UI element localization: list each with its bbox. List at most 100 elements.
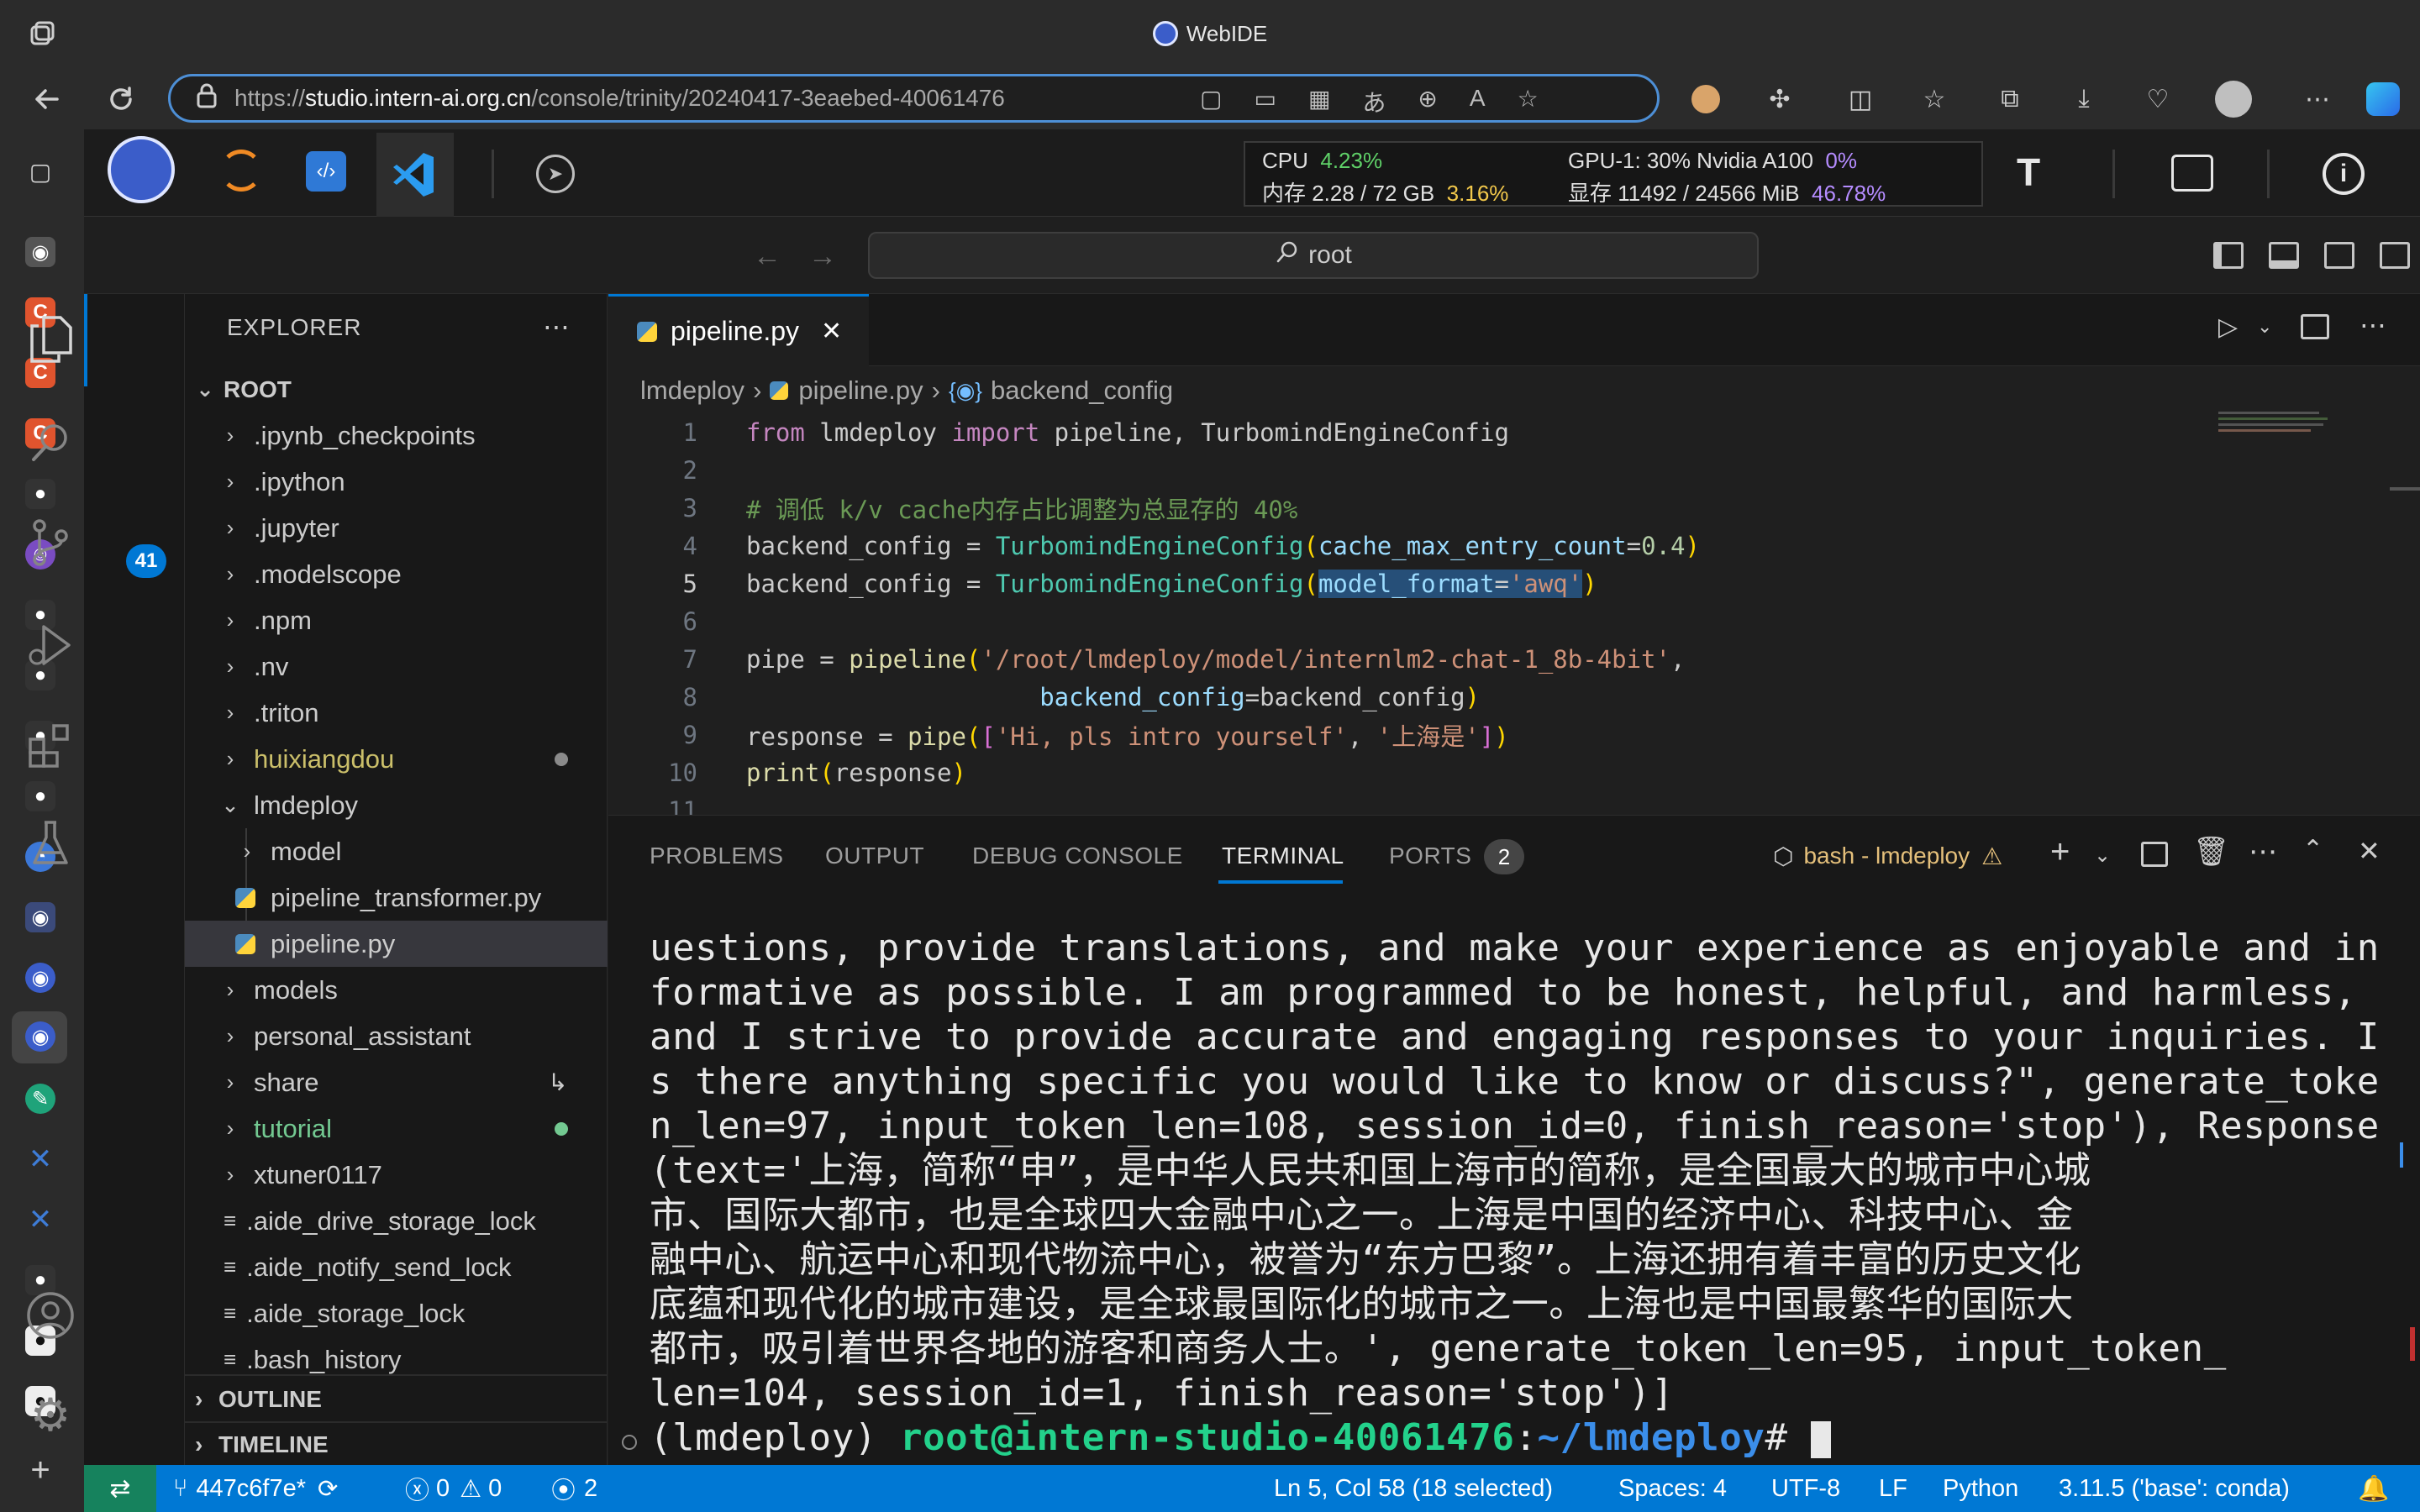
editor-tab-pipeline[interactable]: pipeline.py ✕ [608,294,869,366]
cursor-position[interactable]: Ln 5, Col 58 (18 selected) [1274,1465,1553,1512]
testing-flask-icon[interactable] [18,811,82,875]
tab-feather-icon[interactable]: ✎ [25,1084,55,1114]
command-center-search[interactable]: root [868,232,1759,279]
breadcrumb-file[interactable]: pipeline.py [798,375,923,406]
close-tab-icon[interactable]: ✕ [821,317,842,346]
close-panel-icon[interactable]: ✕ [2358,835,2381,867]
maximize-panel-chevron-up-icon[interactable]: ⌃ [2302,835,2323,864]
toggle-panel-icon[interactable] [2269,242,2299,269]
clipboard-icon[interactable]: ▢ [1200,85,1222,118]
tree-python-file[interactable]: pipeline_transformer.py [185,874,608,921]
terminal-instance[interactable]: ⬡ bash - lmdeploy ⚠ [1773,838,2002,874]
tree-folder[interactable]: › models [185,967,608,1013]
remote-indicator-icon[interactable]: ⇄ [84,1465,156,1512]
panel-tab-debug-console[interactable]: DEBUG CONSOLE [972,835,1183,877]
nav-forward-icon[interactable]: → [808,240,837,273]
tree-folder[interactable]: › .triton [185,690,608,736]
tree-root[interactable]: ⌄ ROOT [185,366,608,412]
tree-folder[interactable]: › .modelscope [185,551,608,597]
tree-folder[interactable]: › xtuner0117 [185,1152,608,1198]
tree-file[interactable]: ≡ .aide_notify_send_lock [185,1244,608,1290]
tree-file[interactable]: ≡ .bash_history [185,1336,608,1376]
tab-github-icon[interactable]: ● [25,479,55,509]
code-editor-icon[interactable]: ‹/› [306,151,346,192]
downloads-icon[interactable]: ⤓ [2065,81,2102,118]
settings-gear-icon[interactable]: ⚙ [18,1383,82,1446]
compass-icon[interactable]: ➤ [536,155,575,193]
problems-indicator[interactable]: ⓧ 0 ⚠ 0 [405,1465,502,1512]
timeline-section[interactable]: › TIMELINE [195,1425,329,1465]
tree-file[interactable]: ≡ .aide_storage_lock [185,1290,608,1336]
favorite-star-icon[interactable]: ☆ [1518,85,1539,118]
accounts-icon[interactable] [18,1284,82,1347]
tab-intern-icon[interactable]: ◉ [25,963,55,993]
address-bar[interactable]: https://studio.intern-ai.org.cn/console/… [168,74,1660,123]
reload-icon[interactable] [103,81,139,118]
vscode-icon[interactable] [390,150,437,197]
terminal-dropdown-icon[interactable]: ⌄ [2094,843,2111,868]
tab-actions-icon[interactable] [25,17,59,50]
tab-webide-icon[interactable]: ◉ [25,1021,55,1052]
split-editor-icon[interactable] [2301,314,2329,339]
tree-subfolder[interactable]: › model [185,828,608,874]
new-tab-plus-icon[interactable]: + [25,1452,55,1488]
nav-back-icon[interactable]: ← [753,240,781,273]
tab-panel-toggle-icon[interactable]: ▢ [25,156,55,186]
jupyter-icon[interactable] [220,150,262,192]
back-arrow-icon[interactable] [29,81,66,118]
end-of-line[interactable]: LF [1879,1465,1907,1512]
tab-x-icon[interactable]: ✕ [25,1143,55,1175]
profile-avatar-icon[interactable] [2215,81,2252,118]
kill-terminal-trash-icon[interactable]: 🗑 [2193,835,2229,869]
source-control-icon[interactable] [18,511,82,575]
more-options-icon[interactable]: ⋯ [2299,81,2336,118]
tensorflow-icon[interactable]: T [2017,150,2060,197]
toggle-primary-sidebar-icon[interactable] [2213,242,2244,269]
language-mode[interactable]: Python [1943,1465,2018,1512]
favorites-icon[interactable]: ☆ [1916,81,1953,118]
ports-indicator[interactable]: ⦿ 2 [551,1465,597,1512]
panel-more-icon[interactable]: ⋯ [2249,835,2277,869]
outline-section[interactable]: › OUTLINE [195,1379,322,1420]
encoding[interactable]: UTF-8 [1771,1465,1840,1512]
read-aloud-icon[interactable]: A [1470,85,1486,118]
git-branch[interactable]: ⑂ 447c6f7e* ⟳ [173,1465,338,1512]
tree-folder[interactable]: › .jupyter [185,505,608,551]
tree-folder-modified[interactable]: › huixiangdou [185,736,608,782]
tree-python-file-selected[interactable]: pipeline.py [185,921,608,967]
tree-folder-untracked[interactable]: › tutorial [185,1105,608,1152]
split-terminal-icon[interactable] [2141,842,2168,867]
devices-icon[interactable]: ▭ [1254,85,1276,118]
run-dropdown-icon[interactable]: ⌄ [2257,316,2272,338]
breadcrumb-folder[interactable]: lmdeploy [640,375,744,406]
lock-icon[interactable] [196,83,218,114]
python-interpreter[interactable]: 3.11.5 ('base': conda) [2059,1465,2290,1512]
translate-icon[interactable]: あ [1362,85,1386,118]
new-terminal-plus-icon[interactable]: + [2050,833,2070,871]
explorer-icon[interactable] [18,307,82,371]
copilot-icon[interactable] [2365,81,2402,118]
run-file-icon[interactable]: ▷ [2218,312,2238,342]
tree-file[interactable]: ≡ .aide_drive_storage_lock [185,1198,608,1244]
tab-x-icon[interactable]: ✕ [25,1204,55,1236]
search-icon[interactable] [18,410,82,474]
tab-intern-icon[interactable]: ◉ [25,902,55,932]
toggle-secondary-sidebar-icon[interactable] [2324,242,2354,269]
zoom-icon[interactable]: ⊕ [1418,85,1437,118]
minimap[interactable] [2218,408,2336,442]
customize-layout-icon[interactable] [2380,242,2410,269]
browser-essentials-icon[interactable]: ♡ [2139,81,2176,118]
info-icon[interactable]: i [2323,153,2365,195]
tab-github-icon[interactable]: ● [25,781,55,811]
tree-folder[interactable]: › .npm [185,597,608,643]
monitor-icon[interactable] [2171,155,2213,192]
intern-logo-icon[interactable] [108,136,175,203]
panel-tab-problems[interactable]: PROBLEMS [650,835,784,877]
split-screen-icon[interactable]: ◫ [1842,81,1879,118]
panel-tab-output[interactable]: OUTPUT [825,835,924,877]
extension-avatar-icon[interactable] [1687,81,1724,118]
tree-folder[interactable]: › .ipython [185,459,608,505]
run-debug-icon[interactable] [18,613,82,677]
breadcrumb-symbol[interactable]: backend_config [991,375,1173,406]
extensions-puzzle-icon[interactable]: ✣ [1761,81,1798,118]
